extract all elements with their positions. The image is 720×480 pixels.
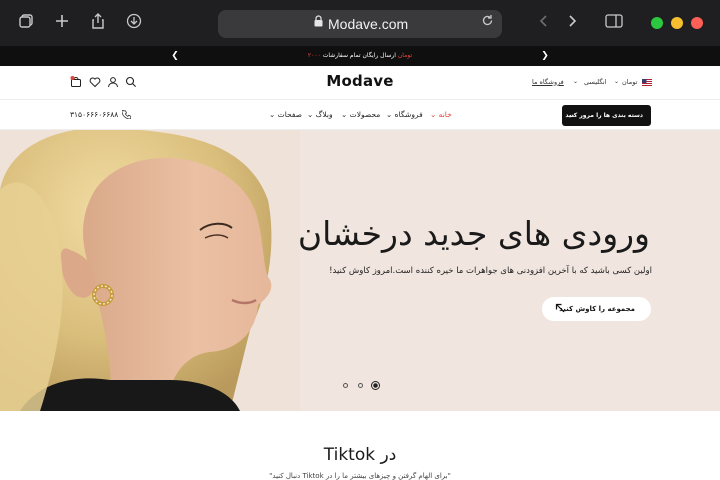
site-header: Modave فروشگاه ما ⌄ انگلیسی ⌄ تومان: [0, 66, 720, 100]
nav-label: وبلاگ: [315, 110, 333, 119]
url-text: Modave.com: [328, 16, 409, 32]
download-icon[interactable]: [124, 13, 144, 33]
slide-dot-active[interactable]: [371, 381, 380, 390]
sidebar-icon[interactable]: [604, 13, 624, 33]
cart-icon[interactable]: [70, 76, 82, 88]
tabs-icon[interactable]: [16, 13, 36, 33]
forward-icon[interactable]: [562, 13, 582, 33]
hero-banner: ورودی های جدید درخشان اولین کسی باشید که…: [0, 130, 720, 411]
nav-item-blog[interactable]: ⌄ وبلاگ: [307, 109, 333, 121]
nav-label: خانه: [438, 110, 452, 119]
nav-label: محصولات: [349, 110, 381, 119]
browse-categories-button[interactable]: ⌄ دسته بندی ها را مرور کنید: [562, 105, 651, 126]
back-icon[interactable]: [534, 13, 554, 33]
section-title: در Tiktok: [323, 445, 397, 465]
address-bar[interactable]: Modave.com: [218, 10, 502, 38]
web-page: ❮ ۲۰۰۰ تومان ارسال رایگان تمام سفارشات ❯…: [0, 46, 720, 480]
chevron-down-icon: ⌄: [614, 78, 620, 85]
hero-button-label: مجموعه را کاوش کنید: [559, 305, 635, 313]
chevron-right-icon[interactable]: ❯: [540, 49, 550, 63]
reload-icon[interactable]: [478, 14, 496, 32]
slide-dot[interactable]: [358, 383, 363, 388]
lock-icon: [314, 15, 323, 27]
category-button-label: دسته بندی ها را مرور کنید: [565, 112, 643, 119]
site-logo[interactable]: Modave: [300, 72, 420, 90]
close-window-button[interactable]: [691, 17, 703, 29]
nav-item-products[interactable]: ⌄ محصولات: [341, 109, 380, 121]
nav-item-shop[interactable]: ⌄ فروشگاه: [386, 109, 423, 121]
hero-model-image: [0, 130, 300, 411]
chevron-down-icon: ⌄: [573, 78, 579, 85]
currency-select[interactable]: تومان: [622, 76, 637, 88]
announcement-label: ارسال رایگان تمام سفارشات: [322, 52, 396, 59]
phone-icon: [122, 110, 131, 119]
explore-collection-button[interactable]: مجموعه را کاوش کنید: [542, 297, 651, 321]
minimize-window-button[interactable]: [671, 17, 683, 29]
nav-item-pages[interactable]: ⌄ صفحات: [269, 109, 302, 121]
user-icon[interactable]: [107, 76, 119, 88]
nav-label: فروشگاه: [394, 110, 423, 119]
announcement-text: ۲۰۰۰ تومان ارسال رایگان تمام سفارشات: [0, 50, 720, 62]
zoom-window-button[interactable]: [651, 17, 663, 29]
plus-icon[interactable]: [52, 13, 72, 33]
heart-icon[interactable]: [89, 76, 101, 88]
language-select[interactable]: انگلیسی: [584, 76, 607, 88]
nav-item-home[interactable]: ⌄ خانه: [430, 109, 452, 121]
phone-number[interactable]: ۳۱۵۰۶۶۶۰۶۶۸۸: [70, 109, 118, 121]
hero-title: ورودی های جدید درخشان: [297, 214, 650, 253]
store-link[interactable]: فروشگاه ما: [532, 76, 564, 88]
main-navigation: ۳۱۵۰۶۶۶۰۶۶۸۸ ⌄ صفحات ⌄ وبلاگ ⌄ محصولات ⌄…: [0, 100, 720, 130]
search-icon[interactable]: [125, 76, 137, 88]
us-flag-icon: [642, 79, 652, 86]
browser-toolbar: Modave.com: [0, 0, 720, 46]
slide-dot[interactable]: [343, 383, 348, 388]
hero-subtitle: اولین کسی باشید که با آخرین افزودنی های …: [329, 266, 652, 276]
nav-label: صفحات: [277, 110, 303, 119]
section-subtitle: "برای الهام گرفتن و چیزهای بیشتر ما را د…: [269, 472, 451, 480]
announcement-bar: ❮ ۲۰۰۰ تومان ارسال رایگان تمام سفارشات ❯: [0, 46, 720, 66]
share-icon[interactable]: [88, 13, 108, 33]
